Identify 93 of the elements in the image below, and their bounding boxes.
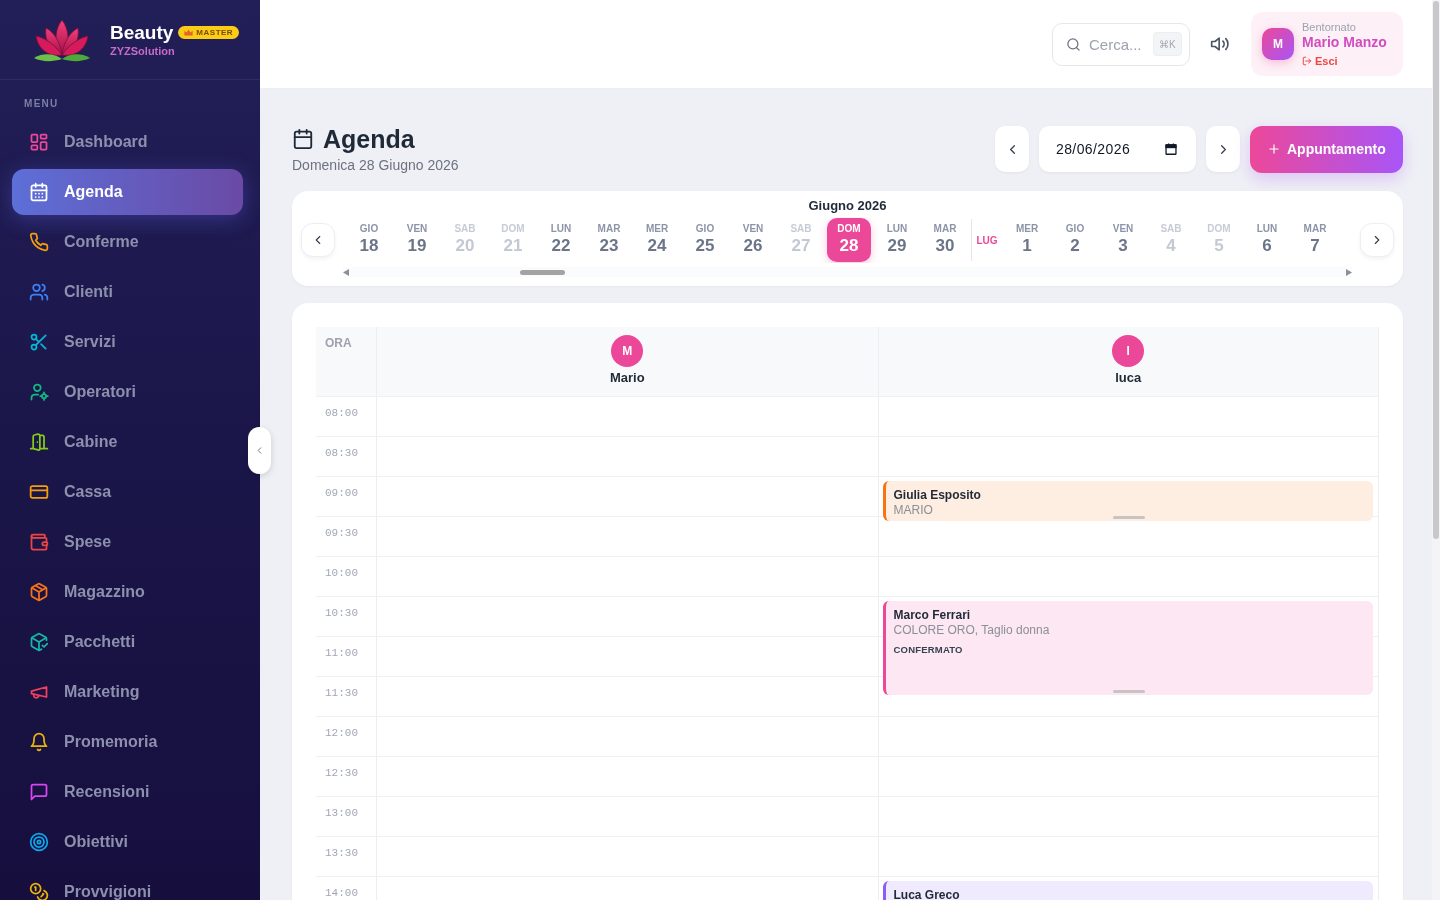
search-input[interactable]: Cerca... [1089, 35, 1145, 53]
date-field[interactable]: 28/06/2026 [1039, 126, 1196, 172]
nav-item[interactable]: Marketing [12, 669, 243, 715]
search-icon [1066, 36, 1081, 52]
operator-avatar: I [1112, 335, 1145, 367]
scroll-right-icon[interactable] [1346, 268, 1352, 276]
day-button[interactable]: VEN 26 [731, 218, 775, 262]
menu-section-label: MENU [23, 97, 60, 110]
time-label: 10:30 [324, 606, 359, 620]
nav-item[interactable]: Obiettivi [12, 819, 243, 865]
operator-avatar: M [611, 335, 644, 367]
nav-item[interactable]: Operatori [12, 369, 243, 415]
day-button[interactable]: GIO 18 [347, 218, 391, 262]
nav-item[interactable]: Dashboard [12, 119, 243, 165]
client-name: Giulia Esposito [893, 488, 981, 503]
add-appointment-button[interactable]: Appuntamento [1250, 125, 1403, 173]
operator-name: Mario [609, 370, 645, 386]
time-label: 12:00 [324, 726, 359, 740]
resize-handle[interactable] [1113, 690, 1146, 693]
time-label: 13:00 [324, 806, 359, 820]
next-day-button[interactable] [1206, 126, 1240, 172]
appointment-details: COLORE ORO, Taglio donna [893, 623, 1050, 638]
day-button[interactable]: VEN 3 [1101, 218, 1145, 262]
resize-handle[interactable] [1113, 516, 1146, 519]
previous-week-button[interactable] [301, 223, 335, 257]
client-name: Marco Ferrari [893, 608, 971, 623]
day-button[interactable]: MER 24 [635, 218, 679, 262]
time-label: 11:30 [324, 686, 359, 700]
nav-item[interactable]: Spese [12, 519, 243, 565]
plus-icon [1267, 142, 1281, 156]
time-column-header: ORA [316, 327, 376, 396]
day-button[interactable]: GIO 25 [683, 218, 727, 262]
day-button[interactable]: DOM 28 [827, 218, 871, 262]
plan-label: MASTER [196, 27, 234, 39]
nav-item[interactable]: Clienti [12, 269, 243, 315]
appointment-card[interactable]: Luca Greco [882, 881, 1373, 900]
time-label: 09:30 [324, 526, 359, 540]
day-button[interactable]: MAR 7 [1293, 218, 1337, 262]
page-subtitle: Domenica 28 Giugno 2026 [292, 156, 459, 174]
crown-icon [184, 29, 194, 36]
calendar-icon [29, 182, 49, 202]
next-week-button[interactable] [1360, 223, 1394, 257]
calendar-icon [1164, 142, 1178, 156]
day-button[interactable]: VEN 19 [395, 218, 439, 262]
nav-item[interactable]: Agenda [12, 169, 243, 215]
shortcut-key: ⌘K [1153, 32, 1182, 56]
time-label: 13:30 [324, 846, 359, 860]
sidebar-collapse-button[interactable] [248, 427, 271, 474]
day-button[interactable]: GIO 2 [1053, 218, 1097, 262]
user-name: Mario Manzo [1302, 34, 1387, 51]
logout-link[interactable]: Esci [1302, 54, 1338, 68]
nav-item[interactable]: Recensioni [12, 769, 243, 815]
appointment-card[interactable]: Marco Ferrari COLORE ORO, Taglio donna CONFERMATO [882, 601, 1373, 695]
nav-item[interactable]: Pacchetti [12, 619, 243, 665]
client-name: Luca Greco [893, 888, 960, 900]
appointment-details: MARIO [893, 503, 933, 518]
speaker-icon [1210, 34, 1230, 54]
scroll-left-icon[interactable] [343, 268, 349, 276]
nav-item[interactable]: Cabine [12, 419, 243, 465]
time-label: 08:00 [324, 406, 359, 420]
day-button[interactable]: MAR 30 [923, 218, 967, 262]
day-button[interactable]: MAR 23 [587, 218, 631, 262]
nav-item[interactable]: Provvigioni [12, 869, 243, 900]
nav-item[interactable]: Magazzino [12, 569, 243, 615]
brand-name: Beauty [110, 21, 174, 44]
nav-item[interactable]: Servizi [12, 319, 243, 365]
nav-item[interactable]: Conferme [12, 219, 243, 265]
scrollbar-thumb[interactable] [1433, 1, 1439, 539]
time-label: 14:00 [324, 886, 359, 900]
page-title: Agenda [323, 124, 415, 154]
appointment-card[interactable]: Giulia Esposito MARIO [882, 481, 1373, 521]
day-button[interactable]: LUN 6 [1245, 218, 1289, 262]
scrollbar-thumb[interactable] [520, 269, 565, 275]
logout-icon [1302, 56, 1312, 66]
previous-day-button[interactable] [995, 126, 1029, 172]
day-button[interactable]: MER 1 [1005, 218, 1049, 262]
nav-item[interactable]: Promemoria [12, 719, 243, 765]
day-button[interactable]: LUN 22 [539, 218, 583, 262]
nav-item[interactable]: Cassa [12, 469, 243, 515]
time-label: 09:00 [324, 486, 359, 500]
time-label: 08:30 [324, 446, 359, 460]
sound-button[interactable] [1210, 34, 1230, 54]
month-title: Giugno 2026 [807, 199, 888, 213]
day-button[interactable]: LUN 29 [875, 218, 919, 262]
time-label: 12:30 [324, 766, 359, 780]
company-name: ZYZSolution [110, 44, 176, 58]
appointment-status: CONFERMATO [893, 644, 963, 656]
user-avatar: M [1262, 28, 1294, 60]
operator-name: luca [1115, 370, 1142, 386]
calendar-icon [292, 128, 314, 150]
time-label: 11:00 [324, 646, 359, 660]
time-label: 10:00 [324, 566, 359, 580]
greeting-text: Bentornato [1302, 20, 1357, 34]
